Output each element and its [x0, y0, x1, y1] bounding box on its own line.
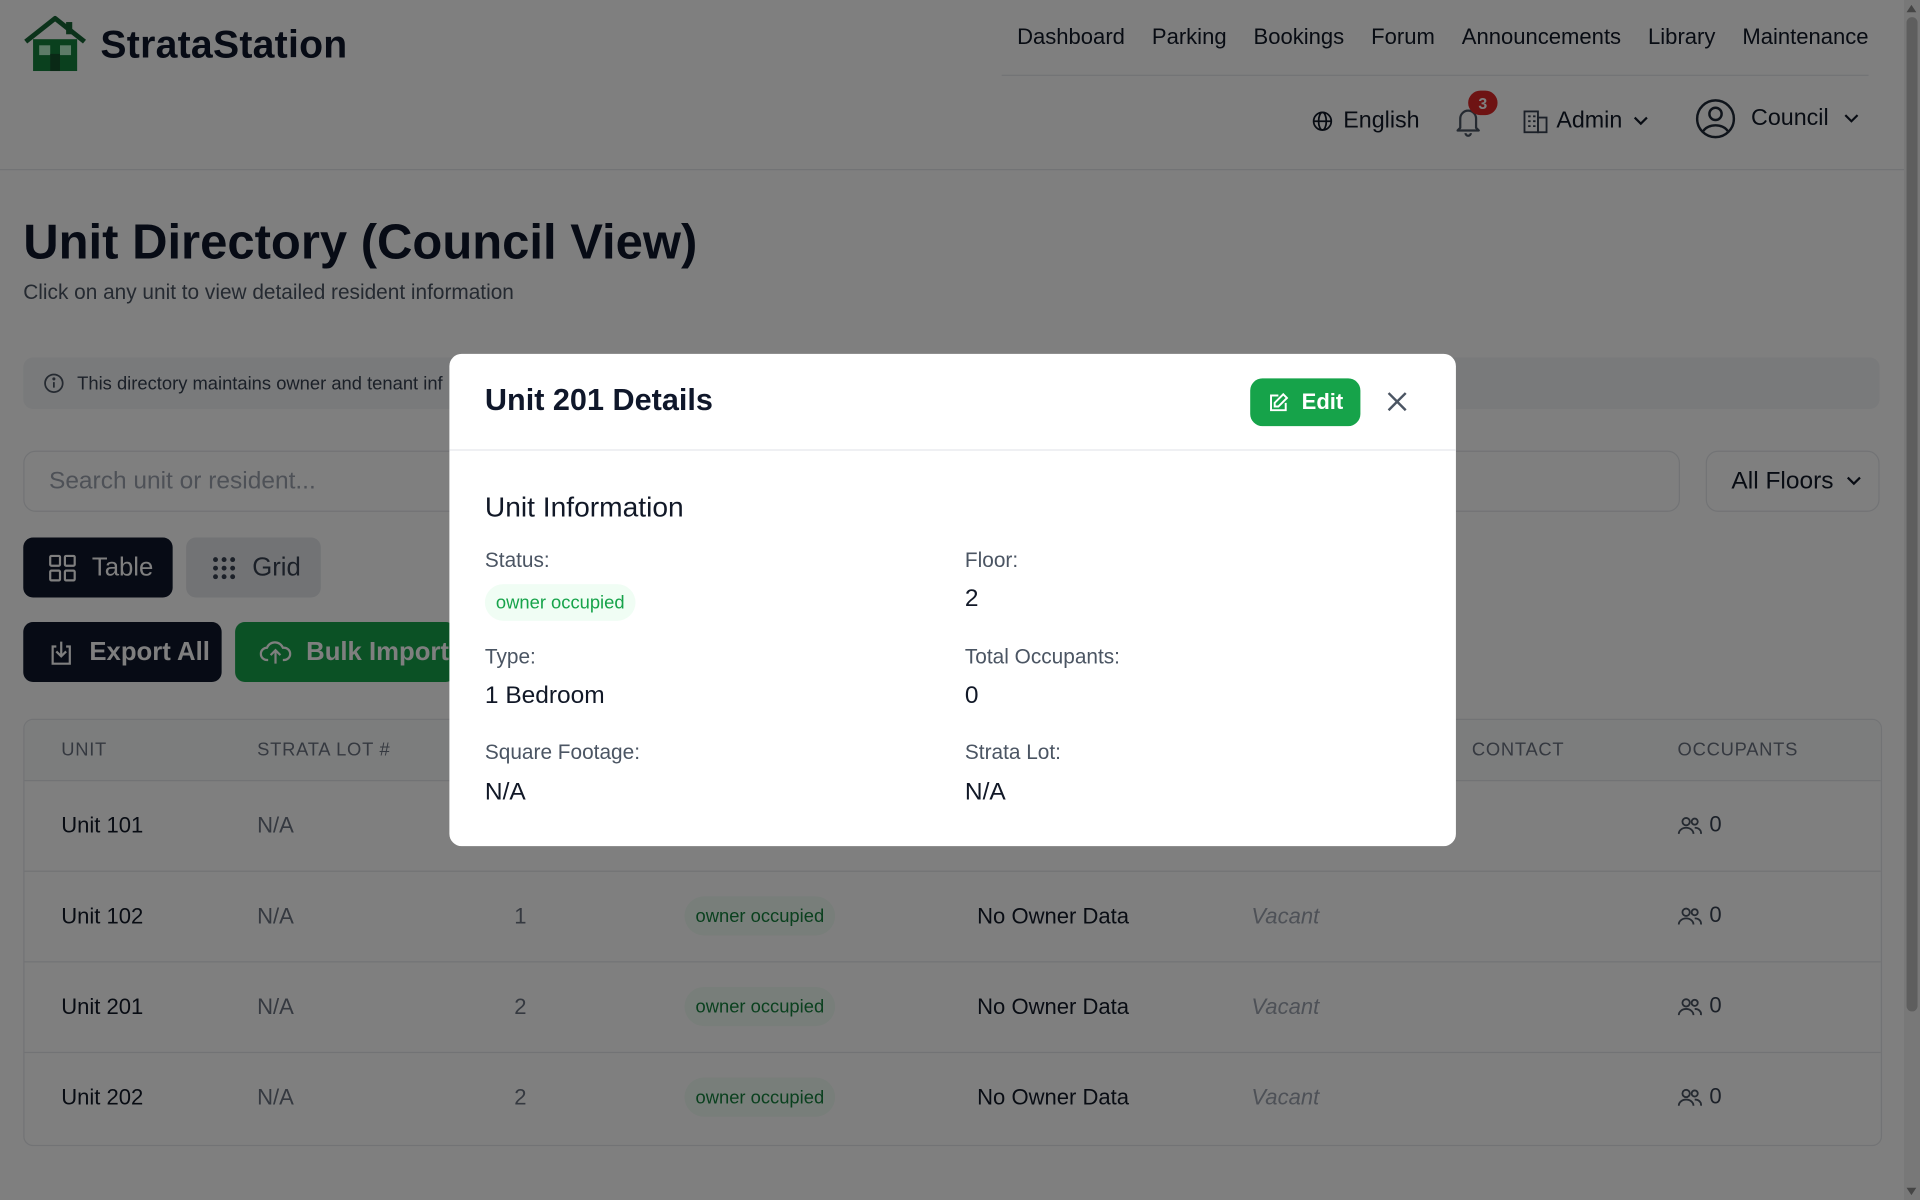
- edit-icon: [1267, 391, 1289, 413]
- strata-lot-label: Strata Lot:: [964, 740, 1061, 765]
- floor-label: Floor:: [964, 548, 1019, 572]
- status-label: Status:: [484, 548, 550, 572]
- modal-title: Unit 201 Details: [484, 383, 713, 418]
- modal-header: Unit 201 Details Edit: [449, 354, 1456, 451]
- strata-lot-value: N/A: [964, 778, 1006, 806]
- square-footage-value: N/A: [484, 778, 526, 806]
- type-value: 1 Bedroom: [484, 682, 605, 709]
- unit-information-heading: Unit Information: [484, 491, 684, 523]
- status-badge: owner occupied: [484, 584, 636, 621]
- square-footage-label: Square Footage:: [484, 740, 640, 765]
- page: StrataStation Dashboard Parking Bookings…: [0, 0, 1920, 1200]
- edit-button[interactable]: Edit: [1250, 378, 1361, 427]
- type-label: Type:: [484, 645, 536, 669]
- unit-details-modal: Unit 201 Details Edit Unit Information S…: [449, 353, 1456, 847]
- floor-value: 2: [964, 585, 979, 613]
- close-icon: [1384, 388, 1411, 415]
- total-occupants-label: Total Occupants:: [964, 645, 1120, 669]
- edit-label: Edit: [1301, 389, 1344, 414]
- close-button[interactable]: [1384, 388, 1411, 415]
- total-occupants-value: 0: [964, 682, 979, 709]
